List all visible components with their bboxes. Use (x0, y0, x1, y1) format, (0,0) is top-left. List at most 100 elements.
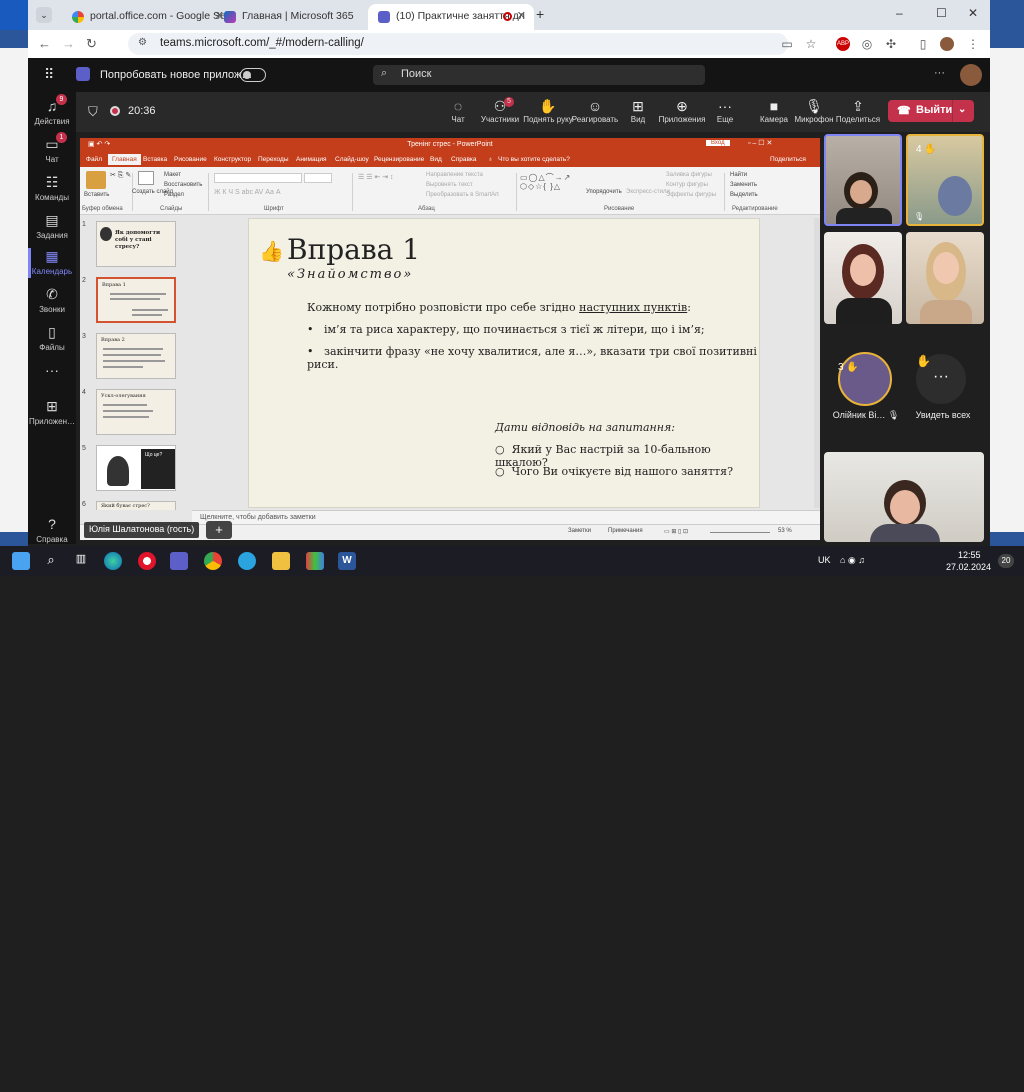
maximize-button[interactable]: ☐ (936, 6, 947, 20)
participant-video-tile[interactable] (824, 134, 902, 226)
raised-hand-icon: ✋ (916, 354, 931, 368)
notification-badge[interactable]: 20 (998, 554, 1014, 568)
participant-face (938, 176, 972, 216)
chrome-icon[interactable] (204, 552, 222, 570)
paste-icon (86, 171, 106, 189)
presenter-name-label: Юлія Шалатонова (гость) (84, 522, 200, 538)
slide-thumbnail: Що це? (96, 445, 176, 491)
ppt-tab: Справка (451, 156, 477, 163)
language-indicator[interactable]: UK (818, 555, 831, 565)
rail-item-teams[interactable]: ☷ Команды (28, 174, 76, 202)
participant-avatar (838, 352, 892, 406)
ribbon-label: Вставить (84, 192, 110, 198)
extension-icon[interactable]: ◎ (860, 37, 874, 51)
file-explorer-icon[interactable] (272, 552, 290, 570)
close-icon[interactable]: ✕ (517, 9, 526, 22)
zoom-slider (710, 532, 770, 533)
browser-tab-m365[interactable]: Главная | Microsoft 365 ✕ (214, 4, 384, 30)
rail-label: Команды (35, 193, 69, 202)
rail-item-assignments[interactable]: ▤ Задания (28, 212, 76, 240)
expand-stage-button[interactable]: + (206, 521, 232, 539)
chevron-down-icon[interactable]: ⌄ (958, 104, 966, 115)
rail-label: Приложен… (28, 417, 75, 426)
ribbon-group-label: Шрифт (264, 206, 284, 212)
more-options-icon[interactable]: ··· (934, 67, 945, 79)
browser-tab-teams[interactable]: (10) Практичне заняття дл ✕ (368, 4, 534, 30)
reload-icon[interactable]: ↻ (86, 36, 97, 52)
intro-colon: : (687, 301, 691, 314)
rail-item-chat[interactable]: ▭ 1 Чат (28, 132, 76, 164)
search-input[interactable]: ⌕ Поиск (373, 65, 705, 85)
new-tab-button[interactable]: + (536, 6, 544, 22)
teams-taskbar-icon[interactable] (170, 552, 188, 570)
site-info-icon[interactable]: ⚙ (138, 37, 147, 48)
recording-icon (110, 106, 120, 116)
word-taskbar-icon[interactable]: W (338, 552, 356, 570)
mic-muted-icon: 🎙 (887, 410, 900, 420)
close-window-button[interactable]: ✕ (968, 6, 978, 20)
rail-item-activity[interactable]: ♫ 9 Действия (28, 94, 76, 126)
windows-start-icon[interactable] (12, 552, 30, 570)
thumb-number: 2 (82, 277, 86, 284)
thumb-number: 5 (82, 445, 86, 452)
more-icon: ··· (45, 362, 59, 378)
adblock-icon[interactable]: ABP (836, 37, 850, 51)
sidepanel-icon[interactable]: ▯ (916, 37, 930, 51)
rail-item-files[interactable]: ▯ Файлы (28, 324, 76, 352)
browser-tab-google[interactable]: portal.office.com - Google Sear ✕ (62, 4, 232, 30)
app-icon[interactable] (306, 552, 324, 570)
participant-video-tile[interactable] (906, 232, 984, 324)
opera-icon[interactable] (138, 552, 156, 570)
participant-body (920, 300, 972, 324)
rail-item-calendar[interactable]: ▦ Календарь (28, 248, 76, 278)
ppt-tab: Файл (86, 156, 102, 163)
minimize-button[interactable]: – (896, 6, 903, 20)
thumb-title: Який буває стрес? (101, 503, 150, 509)
rail-item-apps[interactable]: ⊞ Приложен… (28, 398, 76, 426)
thumb-number: 4 (82, 389, 86, 396)
participant-video-tile[interactable]: 4 ✋ 🎙 (906, 134, 984, 226)
extensions-puzzle-icon[interactable]: ✣ (884, 37, 898, 51)
try-new-teams-toggle[interactable] (240, 68, 266, 82)
thumb-number: 6 (82, 501, 86, 508)
participant-body (836, 298, 892, 324)
rail-item-help[interactable]: ? Справка (28, 516, 76, 544)
participant-avatar-tile[interactable]: 3 ✋ (838, 352, 894, 408)
participant-video-tile[interactable] (824, 232, 902, 324)
bookmark-star-icon[interactable]: ☆ (804, 37, 818, 51)
leave-button[interactable]: ☎ Выйти ⌄ (888, 100, 974, 122)
chrome-menu-icon[interactable]: ⋮ (966, 37, 980, 51)
address-bar[interactable]: ⚙ teams.microsoft.com/_#/modern-calling/ (128, 33, 788, 55)
raised-hand-indicator: 3 ✋ (838, 362, 859, 373)
app-launcher-icon[interactable]: ⠿ (44, 66, 54, 83)
thumb-number: 3 (82, 333, 86, 340)
tray-icons[interactable]: ⌂ ◉ ♫ (840, 555, 865, 566)
slide-thumbnail: Як допомогти собі у стані стресу? (96, 221, 176, 267)
self-view-tile[interactable] (824, 452, 984, 542)
user-avatar[interactable] (960, 64, 982, 86)
telegram-icon[interactable] (238, 552, 256, 570)
meeting-timer: 20:36 (128, 105, 156, 117)
rail-item-calls[interactable]: ✆ Звонки (28, 286, 76, 314)
ppt-tab: Вид (430, 156, 442, 163)
ribbon-label: Направление текста (426, 172, 483, 178)
ppt-window-controls: ▫ – ☐ ✕ (748, 140, 773, 147)
share-button[interactable]: ⇪ Поделиться (830, 97, 886, 124)
profile-avatar[interactable] (940, 37, 954, 51)
rail-item-more[interactable]: ··· (28, 362, 76, 381)
ppt-tab-active: Главная (108, 154, 141, 165)
cast-icon[interactable]: ▭ (780, 37, 794, 51)
forward-icon[interactable]: → (62, 36, 75, 51)
task-view-icon[interactable]: ▥ (72, 552, 90, 570)
clock-date[interactable]: 27.02.2024 (946, 562, 991, 572)
back-icon[interactable]: ← (38, 36, 51, 51)
more-button[interactable]: ··· Еще (697, 97, 753, 124)
edge-icon[interactable] (104, 552, 122, 570)
slide-thumbnail-selected: Вправа 1 (96, 277, 176, 323)
clock-time[interactable]: 12:55 (958, 550, 981, 560)
tab-search-button[interactable]: ⌄ (36, 7, 52, 23)
save-icon: ▣ ↶ ↷ (88, 141, 111, 148)
search-icon[interactable]: ⌕ (42, 552, 60, 570)
thumb-line (103, 416, 149, 418)
ellipsis-icon: ··· (718, 98, 732, 114)
